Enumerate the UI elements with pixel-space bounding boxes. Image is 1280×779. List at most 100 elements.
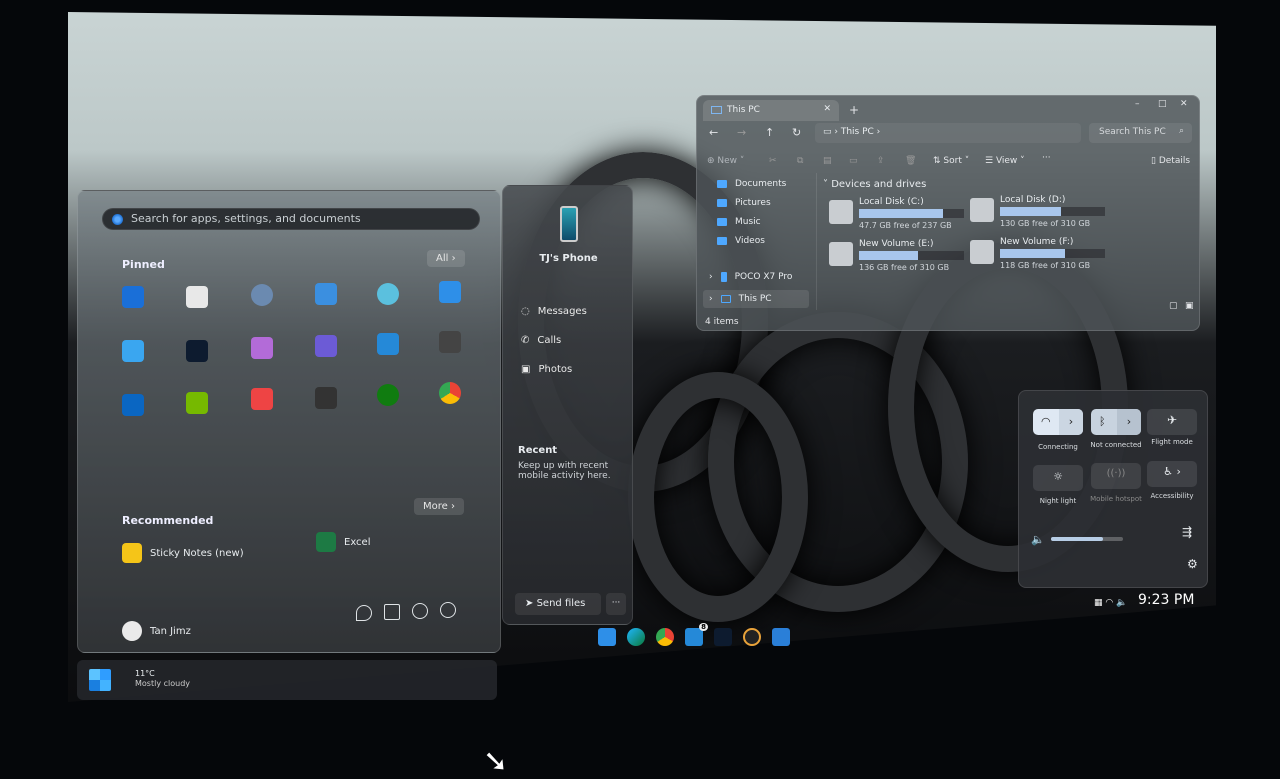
nav-device-phone[interactable]: › POCO X7 Pro — [709, 272, 792, 282]
close-window-button[interactable]: ✕ — [1180, 99, 1188, 109]
recommended-item[interactable]: Excel — [316, 532, 371, 552]
up-icon[interactable]: ↑ — [765, 126, 774, 139]
app-icon[interactable] — [377, 333, 399, 355]
chrome-icon[interactable] — [439, 382, 461, 404]
accessibility-toggle[interactable]: ♿ › — [1147, 461, 1197, 487]
nvidia-icon[interactable] — [186, 392, 208, 414]
delete-icon[interactable]: 🗑 — [905, 156, 916, 166]
wifi-toggle[interactable]: ◠ › — [1033, 409, 1083, 435]
paste-icon[interactable]: ▤ — [823, 156, 832, 166]
sleep-icon[interactable] — [356, 605, 372, 621]
notepad-icon[interactable] — [122, 340, 144, 362]
nav-videos[interactable]: Videos — [717, 236, 765, 246]
settings-icon[interactable] — [251, 284, 273, 306]
paint-icon[interactable] — [377, 283, 399, 305]
calls-item[interactable]: ✆ Calls — [521, 335, 561, 346]
monitor-icon: ▭ — [823, 127, 832, 137]
chevron-right-icon[interactable]: › — [1059, 409, 1083, 435]
new-tab-button[interactable]: + — [849, 103, 859, 117]
overflow-icon[interactable]: ··· — [1042, 153, 1051, 163]
nav-label: This PC — [738, 294, 772, 304]
weather-desc: Mostly cloudy — [135, 679, 190, 688]
clock-icon[interactable] — [439, 331, 461, 353]
snipping-icon[interactable] — [772, 628, 790, 646]
power-icon[interactable] — [440, 602, 456, 618]
start-search-input[interactable]: Search for apps, settings, and documents — [102, 208, 480, 230]
copy-icon[interactable]: ⧉ — [797, 156, 803, 166]
send-files-button[interactable]: ➤ Send files — [515, 593, 601, 615]
folder-icon[interactable] — [439, 281, 461, 303]
sort-button[interactable]: ⇅ Sort ˅ — [933, 156, 969, 166]
minimize-button[interactable]: – — [1135, 99, 1140, 109]
user-account[interactable]: Tan Jimz — [122, 621, 191, 641]
linkedin-icon[interactable] — [122, 394, 144, 416]
photos-item[interactable]: ▣ Photos — [521, 364, 572, 375]
snipping-icon[interactable] — [251, 388, 273, 410]
maximize-button[interactable]: □ — [1158, 99, 1167, 109]
close-tab-icon[interactable]: ✕ — [823, 104, 831, 114]
folder-icon[interactable] — [598, 628, 616, 646]
clock[interactable]: 9:23 PM — [1138, 592, 1194, 608]
hotspot-toggle[interactable]: ((·)) — [1091, 463, 1141, 489]
tiles-view-icon[interactable]: ▣ — [1185, 301, 1194, 311]
refresh-icon[interactable]: ↻ — [792, 126, 801, 139]
address-bar[interactable]: ▭ › This PC › — [815, 123, 1081, 143]
sign-out-icon[interactable] — [384, 604, 400, 620]
messages-item[interactable]: ◌ Messages — [521, 306, 587, 317]
cut-icon[interactable]: ✂ — [769, 156, 777, 166]
speaker-icon[interactable]: 🔈 — [1031, 533, 1045, 546]
back-icon[interactable]: ← — [709, 126, 718, 139]
photoshop-icon[interactable] — [714, 628, 732, 646]
photos-icon[interactable] — [315, 283, 337, 305]
drive-item[interactable]: Local Disk (D:) 130 GB free of 310 GB — [970, 195, 1110, 235]
photoshop-icon[interactable] — [186, 340, 208, 362]
store-icon[interactable] — [186, 286, 208, 308]
recommended-item[interactable]: Sticky Notes (new) — [122, 543, 244, 563]
flight-mode-toggle[interactable]: ✈ — [1147, 409, 1197, 435]
view-button[interactable]: ☰ View ˅ — [985, 156, 1025, 166]
devices-group-heading[interactable]: ˅ Devices and drives — [823, 179, 926, 190]
chrome-icon[interactable] — [656, 628, 674, 646]
drive-icon — [970, 198, 994, 222]
drive-item[interactable]: Local Disk (C:) 47.7 GB free of 237 GB — [829, 197, 969, 237]
all-apps-button[interactable]: All › — [427, 250, 465, 267]
bluetooth-toggle[interactable]: ᛒ › — [1091, 409, 1141, 435]
nav-pictures[interactable]: Pictures — [717, 198, 771, 208]
windows-start-icon[interactable] — [89, 669, 111, 691]
nav-documents[interactable]: Documents — [717, 179, 786, 189]
app-icon[interactable]: 8 — [685, 623, 708, 646]
search-field[interactable]: Search This PC ⌕ — [1089, 123, 1192, 143]
outlook-icon[interactable] — [122, 286, 144, 308]
chevron-right-icon[interactable]: › — [1117, 409, 1141, 435]
tab-this-pc[interactable]: This PC ✕ — [703, 100, 839, 121]
details-button[interactable]: ▯ Details — [1151, 156, 1190, 166]
volume-slider[interactable] — [1051, 537, 1123, 541]
more-options-button[interactable]: ··· — [606, 593, 626, 615]
media-player-icon[interactable] — [743, 628, 761, 646]
terminal-icon[interactable] — [315, 387, 337, 409]
phone-icon — [720, 272, 727, 282]
xbox-icon[interactable] — [377, 384, 399, 406]
tray-icons[interactable]: ▦ ◠ 🔈 — [1094, 598, 1127, 608]
gear-icon[interactable]: ⚙ — [1187, 557, 1198, 571]
weather-temp[interactable]: 11°C — [135, 669, 155, 678]
drive-item[interactable]: New Volume (F:) 118 GB free of 310 GB — [970, 237, 1110, 277]
nav-this-pc[interactable]: › This PC — [703, 290, 809, 308]
new-button[interactable]: ⊕ New ˅ — [707, 156, 744, 166]
share-icon[interactable]: ⇪ — [877, 156, 885, 166]
restart-icon[interactable] — [412, 603, 428, 619]
avatar — [122, 621, 142, 641]
drive-item[interactable]: New Volume (E:) 136 GB free of 310 GB — [829, 239, 969, 279]
forward-icon[interactable]: → — [737, 126, 746, 139]
search-icon — [112, 214, 123, 225]
nav-music[interactable]: Music — [717, 217, 761, 227]
rename-icon[interactable]: ▭ — [849, 156, 858, 166]
new-label: New — [717, 156, 738, 166]
edge-icon[interactable] — [627, 628, 645, 646]
more-button[interactable]: More › — [414, 498, 464, 515]
teams-icon[interactable] — [315, 335, 337, 357]
m365-icon[interactable] — [251, 337, 273, 359]
details-view-icon[interactable]: ▢ — [1169, 301, 1178, 311]
night-light-toggle[interactable]: ☼ — [1033, 465, 1083, 491]
audio-output-icon[interactable]: ⇶ — [1182, 525, 1192, 539]
